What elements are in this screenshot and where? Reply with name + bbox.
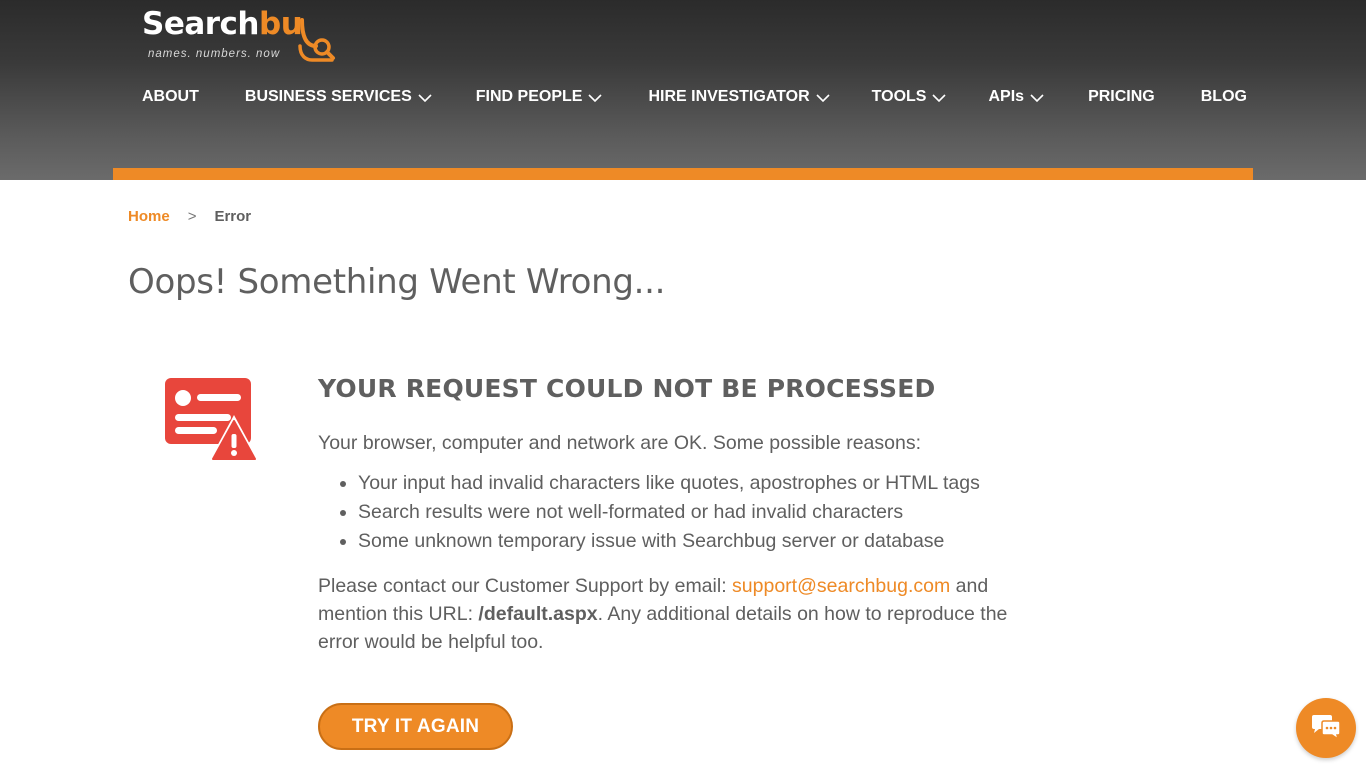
main-nav: ABOUT BUSINESS SERVICES FIND PEOPLE HIRE…: [142, 86, 1247, 108]
chat-bubbles-icon: [1312, 715, 1341, 741]
error-document-warning-icon: [165, 378, 259, 461]
site-header: Searchbu names. numbers. now ABOUT BUSIN…: [0, 0, 1366, 180]
nav-label: BLOG: [1200, 88, 1247, 105]
support-email-link[interactable]: support@searchbug.com: [732, 575, 950, 597]
nav-label: BUSINESS SERVICES: [244, 88, 412, 105]
nav-label: FIND PEOPLE: [475, 88, 583, 105]
list-item: Your input had invalid characters like q…: [340, 469, 1058, 498]
searchbug-logo[interactable]: Searchbu names. numbers. now: [142, 4, 342, 64]
error-content: YOUR REQUEST COULD NOT BE PROCESSED Your…: [318, 374, 1058, 656]
breadcrumb-home-link[interactable]: Home: [128, 208, 170, 225]
magnifier-logo-icon: [298, 18, 335, 62]
chat-button[interactable]: [1296, 698, 1356, 758]
nav-find-people[interactable]: FIND PEOPLE: [476, 86, 603, 108]
header-accent-bar: [113, 168, 1253, 180]
error-heading: YOUR REQUEST COULD NOT BE PROCESSED: [318, 374, 936, 403]
breadcrumb-current: Error: [214, 208, 252, 225]
nav-label: APIs: [988, 88, 1025, 105]
nav-label: HIRE INVESTIGATOR: [648, 88, 810, 105]
nav-about[interactable]: ABOUT: [142, 86, 199, 108]
chevron-down-icon: [588, 93, 603, 102]
logo-wordmark: Searchbu: [142, 6, 303, 42]
nav-business-services[interactable]: BUSINESS SERVICES: [245, 86, 432, 108]
nav-pricing[interactable]: PRICING: [1088, 86, 1155, 108]
nav-tools[interactable]: TOOLS: [872, 86, 947, 108]
list-item: Search results were not well-formated or…: [340, 498, 1058, 527]
list-item: Some unknown temporary issue with Search…: [340, 527, 1058, 556]
chevron-down-icon: [816, 93, 830, 102]
nav-blog[interactable]: BLOG: [1201, 86, 1247, 108]
error-url: /default.aspx: [478, 603, 598, 625]
contact-prefix: Please contact our Customer Support by e…: [318, 575, 727, 597]
nav-label: PRICING: [1088, 88, 1155, 105]
reasons-list: Your input had invalid characters like q…: [340, 469, 1058, 556]
contact-paragraph: Please contact our Customer Support by e…: [318, 572, 1048, 656]
nav-label: TOOLS: [871, 88, 927, 105]
chevron-down-icon: [418, 93, 432, 102]
chevron-down-icon: [1030, 93, 1044, 102]
breadcrumb: Home > Error: [128, 208, 251, 225]
error-intro: Your browser, computer and network are O…: [318, 432, 922, 454]
logo-tagline: names. numbers. now: [148, 48, 281, 60]
chevron-down-icon: [932, 93, 947, 102]
page-title: Oops! Something Went Wrong...: [128, 262, 666, 302]
breadcrumb-separator: >: [187, 208, 197, 225]
nav-hire-investigator[interactable]: HIRE INVESTIGATOR: [648, 86, 830, 108]
nav-label: ABOUT: [142, 88, 199, 105]
try-again-button[interactable]: TRY IT AGAIN: [318, 703, 513, 750]
nav-apis[interactable]: APIs: [988, 86, 1044, 108]
